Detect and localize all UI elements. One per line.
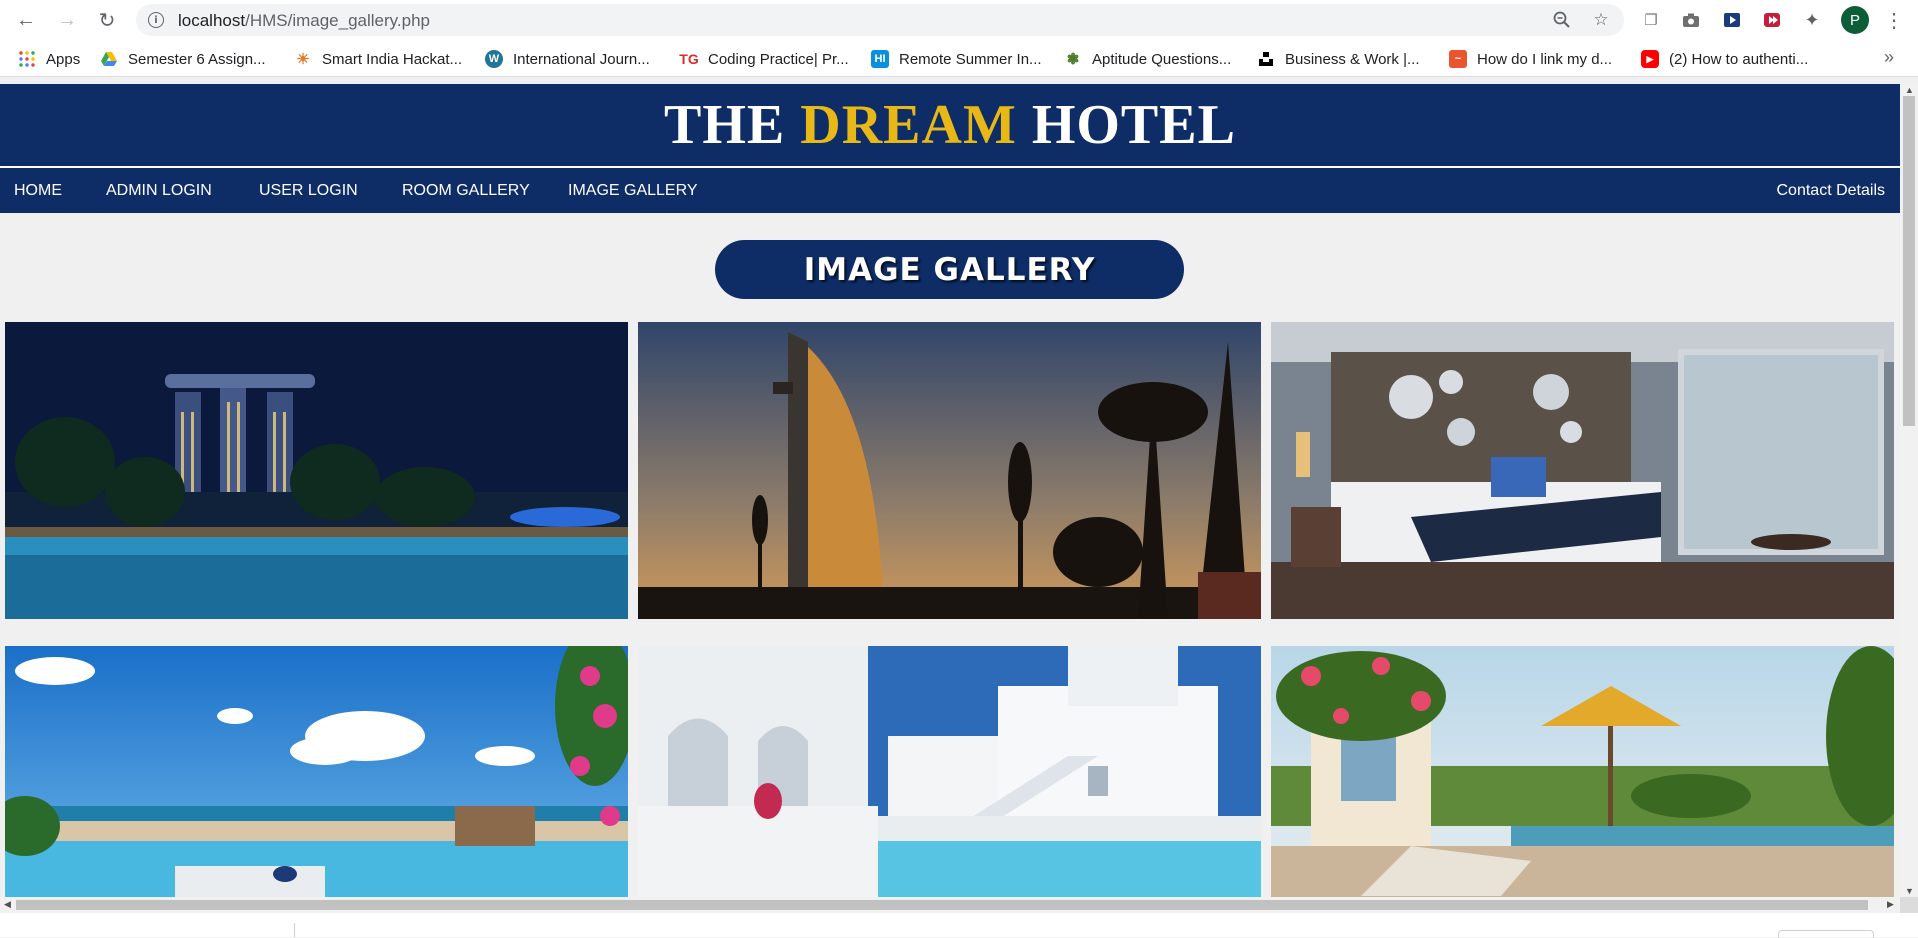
extension-video-icon[interactable] [1720, 8, 1744, 32]
bookmarks-overflow-icon[interactable]: » [1884, 47, 1894, 68]
bottom-strip [0, 913, 1918, 938]
gallery-photo-beach-resort[interactable] [5, 646, 628, 897]
url-text[interactable]: localhost/HMS/image_gallery.php [178, 11, 430, 31]
site-header: THE DREAM HOTEL [0, 84, 1900, 166]
hi-icon: HI [871, 50, 889, 68]
scroll-left-arrow-icon[interactable]: ◀ [4, 899, 11, 910]
forward-arrow-icon[interactable]: → [53, 6, 81, 34]
bookmark-aptitude[interactable]: ❃ Aptitude Questions... [1064, 47, 1232, 71]
scroll-up-arrow-icon[interactable]: ▲ [1905, 85, 1914, 95]
tg-icon: TG [679, 51, 699, 67]
bookmark-remote-summer[interactable]: HI Remote Summer In... [871, 47, 1042, 71]
back-arrow-icon[interactable]: ← [12, 6, 40, 34]
nav-image-gallery[interactable]: IMAGE GALLERY [568, 168, 698, 213]
profile-avatar[interactable]: P [1841, 6, 1869, 34]
extension-red-play-icon[interactable] [1760, 8, 1784, 32]
gallery-photo-hotel-bedroom[interactable] [1271, 322, 1894, 619]
apps-grid-icon [18, 50, 36, 68]
gallery-photo-white-villa[interactable] [638, 646, 1261, 897]
nav-contact-details[interactable]: Contact Details [1777, 168, 1886, 213]
nav-home[interactable]: HOME [14, 168, 62, 213]
bookmark-international-journal[interactable]: W International Journ... [485, 47, 650, 71]
browser-toolbar: ← → ↻ i localhost/HMS/image_gallery.php … [0, 0, 1918, 40]
sih-icon: ☀ [296, 51, 310, 68]
indiabix-icon: ❃ [1066, 51, 1080, 68]
gallery-photo-infinity-pool[interactable] [1271, 646, 1894, 897]
bookmark-semester-6[interactable]: Semester 6 Assign... [100, 47, 266, 71]
bookmark-smart-india[interactable]: ☀ Smart India Hackat... [294, 47, 462, 71]
bookmark-star-icon[interactable]: ☆ [1589, 8, 1613, 32]
nav-admin-login[interactable]: ADMIN LOGIN [106, 168, 212, 213]
divider [294, 923, 295, 937]
horizontal-scrollbar[interactable]: ◀ ▶ [0, 897, 1900, 913]
bookmark-coding-practice[interactable]: TG Coding Practice| Pr... [679, 47, 848, 71]
google-drive-icon [100, 50, 118, 68]
bookmarks-bar: Apps Semester 6 Assign... ☀ Smart India … [0, 40, 1918, 77]
vertical-scrollbar[interactable]: ▲ ▼ [1900, 84, 1918, 897]
bookmark-how-to-authenticate[interactable]: ▶ (2) How to authenti... [1641, 47, 1808, 71]
bookmark-link-domain[interactable]: ~ How do I link my d... [1449, 47, 1612, 71]
main-navbar: HOME ADMIN LOGIN USER LOGIN ROOM GALLERY… [0, 168, 1900, 213]
reload-icon[interactable]: ↻ [93, 6, 121, 34]
scroll-down-arrow-icon[interactable]: ▼ [1905, 886, 1914, 896]
scrollbar-corner [1900, 897, 1918, 913]
extension-copy-icon[interactable]: ❐ [1639, 8, 1663, 32]
page-viewport: THE DREAM HOTEL HOME ADMIN LOGIN USER LO… [0, 84, 1900, 897]
browser-menu-icon[interactable]: ⋮ [1880, 6, 1908, 34]
site-info-icon[interactable]: i [148, 12, 164, 28]
nav-room-gallery[interactable]: ROOM GALLERY [402, 168, 530, 213]
extension-camera-icon[interactable] [1679, 8, 1703, 32]
unsplash-icon [1257, 50, 1275, 68]
vertical-scroll-thumb[interactable] [1903, 96, 1915, 426]
bookmark-business-work[interactable]: Business & Work |... [1257, 47, 1420, 71]
gallery-photo-marina-bay[interactable] [5, 322, 628, 619]
nav-user-login[interactable]: USER LOGIN [259, 168, 358, 213]
horizontal-scroll-thumb[interactable] [16, 900, 1868, 910]
gallery-photo-burj-al-arab[interactable] [638, 322, 1261, 619]
extensions-puzzle-icon[interactable]: ✦ [1800, 8, 1824, 32]
zoho-icon: ~ [1449, 50, 1467, 68]
address-bar[interactable]: i localhost/HMS/image_gallery.php ☆ [136, 4, 1624, 36]
bookmark-apps[interactable]: Apps [18, 47, 80, 71]
wordpress-icon: W [485, 50, 503, 68]
gallery-heading: IMAGE GALLERY [715, 240, 1184, 299]
scroll-right-arrow-icon[interactable]: ▶ [1887, 899, 1894, 910]
site-logo[interactable]: THE DREAM HOTEL [664, 93, 1236, 157]
youtube-icon: ▶ [1641, 50, 1659, 68]
zoom-icon[interactable] [1550, 8, 1574, 32]
